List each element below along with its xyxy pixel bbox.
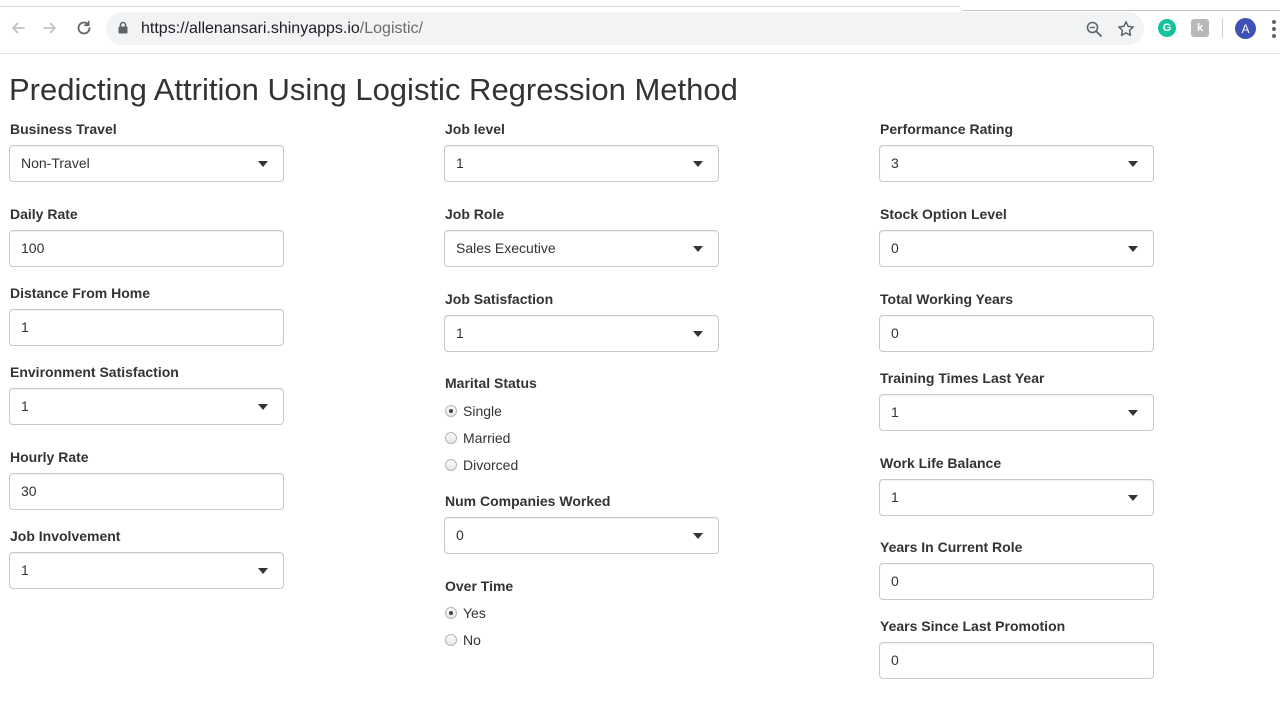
performance-rating-value: 3 <box>891 155 899 171</box>
radio-label: Yes <box>463 605 486 621</box>
training-times-last-year-value: 1 <box>891 404 899 420</box>
job-satisfaction-value: 1 <box>456 325 464 341</box>
url-path: /Logistic/ <box>359 20 423 37</box>
training-times-last-year-label: Training Times Last Year <box>880 370 1045 386</box>
tab-strip-edge <box>0 0 1280 11</box>
extension-icon[interactable]: k <box>1191 19 1209 37</box>
url-host: https://allenansari.shinyapps.io <box>141 20 360 37</box>
performance-rating-label: Performance Rating <box>880 121 1014 137</box>
radio-unselected-icon <box>445 459 457 471</box>
chevron-down-icon <box>1128 410 1138 416</box>
chevron-down-icon <box>258 568 268 574</box>
profile-avatar[interactable]: A <box>1235 18 1256 39</box>
distance-from-home-input[interactable]: 1 <box>9 309 284 346</box>
star-icon[interactable] <box>1116 19 1136 39</box>
job-level-select[interactable]: 1 <box>444 145 719 182</box>
years-in-current-role-input[interactable]: 0 <box>879 563 1154 600</box>
training-times-last-year-select[interactable]: 1 <box>879 394 1154 431</box>
chevron-down-icon <box>1128 495 1138 501</box>
job-satisfaction-label: Job Satisfaction <box>445 291 554 307</box>
radio-unselected-icon <box>445 634 457 646</box>
total-working-years-value: 0 <box>891 325 899 341</box>
chevron-down-icon <box>1128 246 1138 252</box>
daily-rate-value: 100 <box>21 240 45 256</box>
job-satisfaction-select[interactable]: 1 <box>444 315 719 352</box>
page-title: Predicting Attrition Using Logistic Regr… <box>9 72 738 107</box>
total-working-years-label: Total Working Years <box>880 291 1014 307</box>
grammarly-extension-icon[interactable]: G <box>1158 19 1176 37</box>
hourly-rate-label: Hourly Rate <box>10 449 89 465</box>
over-time-no-radio[interactable]: No <box>445 632 481 648</box>
radio-label: No <box>463 632 481 648</box>
stock-option-level-select[interactable]: 0 <box>879 230 1154 267</box>
address-bar[interactable]: https://allenansari.shinyapps.io/Logisti… <box>106 12 1144 45</box>
marital-status-single-radio[interactable]: Single <box>445 403 502 419</box>
years-in-current-role-label: Years In Current Role <box>880 539 1023 555</box>
radio-label: Divorced <box>463 457 519 473</box>
radio-label: Married <box>463 430 511 446</box>
browser-toolbar: https://allenansari.shinyapps.io/Logisti… <box>0 0 1280 54</box>
chevron-down-icon <box>693 246 703 252</box>
job-level-label: Job level <box>445 121 505 137</box>
marital-status-married-radio[interactable]: Married <box>445 430 510 446</box>
years-since-last-promotion-value: 0 <box>891 652 899 668</box>
radio-unselected-icon <box>445 432 457 444</box>
environment-satisfaction-select[interactable]: 1 <box>9 388 284 425</box>
zoom-icon[interactable] <box>1084 19 1104 39</box>
years-in-current-role-value: 0 <box>891 573 899 589</box>
job-role-value: Sales Executive <box>456 240 556 256</box>
job-role-label: Job Role <box>445 206 505 222</box>
menu-icon[interactable] <box>1272 20 1276 38</box>
performance-rating-select[interactable]: 3 <box>879 145 1154 182</box>
radio-selected-icon <box>445 405 457 417</box>
years-since-last-promotion-input[interactable]: 0 <box>879 642 1154 679</box>
distance-from-home-value: 1 <box>21 319 29 335</box>
chevron-down-icon <box>693 533 703 539</box>
over-time-label: Over Time <box>445 578 514 594</box>
years-since-last-promotion-label: Years Since Last Promotion <box>880 618 1066 634</box>
hourly-rate-value: 30 <box>21 483 37 499</box>
reload-icon[interactable] <box>73 17 95 39</box>
work-life-balance-value: 1 <box>891 489 899 505</box>
chevron-down-icon <box>258 161 268 167</box>
environment-satisfaction-label: Environment Satisfaction <box>10 364 179 380</box>
marital-status-divorced-radio[interactable]: Divorced <box>445 457 518 473</box>
total-working-years-input[interactable]: 0 <box>879 315 1154 352</box>
work-life-balance-label: Work Life Balance <box>880 455 1002 471</box>
forward-arrow-icon[interactable] <box>39 17 61 39</box>
daily-rate-input[interactable]: 100 <box>9 230 284 267</box>
work-life-balance-select[interactable]: 1 <box>879 479 1154 516</box>
num-companies-worked-label: Num Companies Worked <box>445 493 611 509</box>
radio-label: Single <box>463 403 502 419</box>
job-role-select[interactable]: Sales Executive <box>444 230 719 267</box>
marital-status-label: Marital Status <box>445 375 537 391</box>
lock-icon <box>118 21 128 39</box>
stock-option-level-value: 0 <box>891 240 899 256</box>
num-companies-worked-select[interactable]: 0 <box>444 517 719 554</box>
back-arrow-icon[interactable] <box>7 17 29 39</box>
job-involvement-label: Job Involvement <box>10 528 121 544</box>
job-level-value: 1 <box>456 155 464 171</box>
url-text[interactable]: https://allenansari.shinyapps.io/Logisti… <box>141 20 423 38</box>
chevron-down-icon <box>693 161 703 167</box>
chevron-down-icon <box>258 404 268 410</box>
toolbar-divider <box>1222 18 1223 38</box>
stock-option-level-label: Stock Option Level <box>880 206 1007 222</box>
hourly-rate-input[interactable]: 30 <box>9 473 284 510</box>
chevron-down-icon <box>693 331 703 337</box>
environment-satisfaction-value: 1 <box>21 398 29 414</box>
business-travel-value: Non-Travel <box>21 155 90 171</box>
business-travel-label: Business Travel <box>10 121 117 137</box>
distance-from-home-label: Distance From Home <box>10 285 151 301</box>
job-involvement-value: 1 <box>21 562 29 578</box>
business-travel-select[interactable]: Non-Travel <box>9 145 284 182</box>
num-companies-worked-value: 0 <box>456 527 464 543</box>
over-time-yes-radio[interactable]: Yes <box>445 605 486 621</box>
job-involvement-select[interactable]: 1 <box>9 552 284 589</box>
radio-selected-icon <box>445 607 457 619</box>
chevron-down-icon <box>1128 161 1138 167</box>
daily-rate-label: Daily Rate <box>10 206 78 222</box>
